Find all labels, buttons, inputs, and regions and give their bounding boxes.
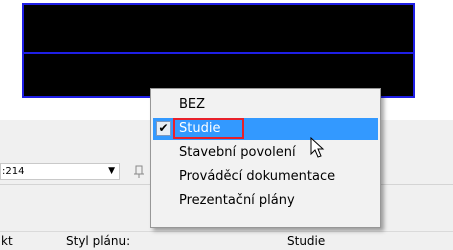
mouse-cursor-icon	[310, 137, 326, 161]
chevron-down-icon[interactable]: ▼	[108, 164, 115, 179]
plan-style-label: Styl plánu:	[66, 234, 131, 248]
column-label: kt	[1, 234, 13, 248]
menu-item-label: Prezentační plány	[179, 193, 295, 208]
menu-item-provadeci-dokumentace[interactable]: Prováděcí dokumentace	[153, 166, 378, 188]
menu-item-label: Stavební povolení	[179, 145, 296, 160]
properties-header-row: kt Styl plánu: Studie	[0, 231, 453, 250]
plan-style-context-menu: BEZ ✔ Studie Stavební povolení Prováděcí…	[150, 88, 381, 228]
menu-item-label: Prováděcí dokumentace	[179, 169, 336, 184]
menu-item-studie[interactable]: ✔ Studie	[153, 118, 378, 140]
pin-icon[interactable]	[131, 162, 147, 180]
highlight-annotation-box	[173, 118, 244, 139]
scale-value: :214	[2, 166, 25, 177]
menu-item-stavebni-povoleni[interactable]: Stavební povolení	[153, 142, 378, 164]
scale-combo[interactable]: :214 ▼	[0, 163, 120, 180]
menu-item-prezentacni-plany[interactable]: Prezentační plány	[153, 190, 378, 212]
menu-item-bez[interactable]: BEZ	[153, 94, 378, 116]
plan-style-value[interactable]: Studie	[287, 234, 325, 248]
checkmark-icon: ✔	[156, 121, 171, 136]
menu-item-label: BEZ	[179, 97, 206, 112]
preview-frame-top	[22, 3, 415, 54]
